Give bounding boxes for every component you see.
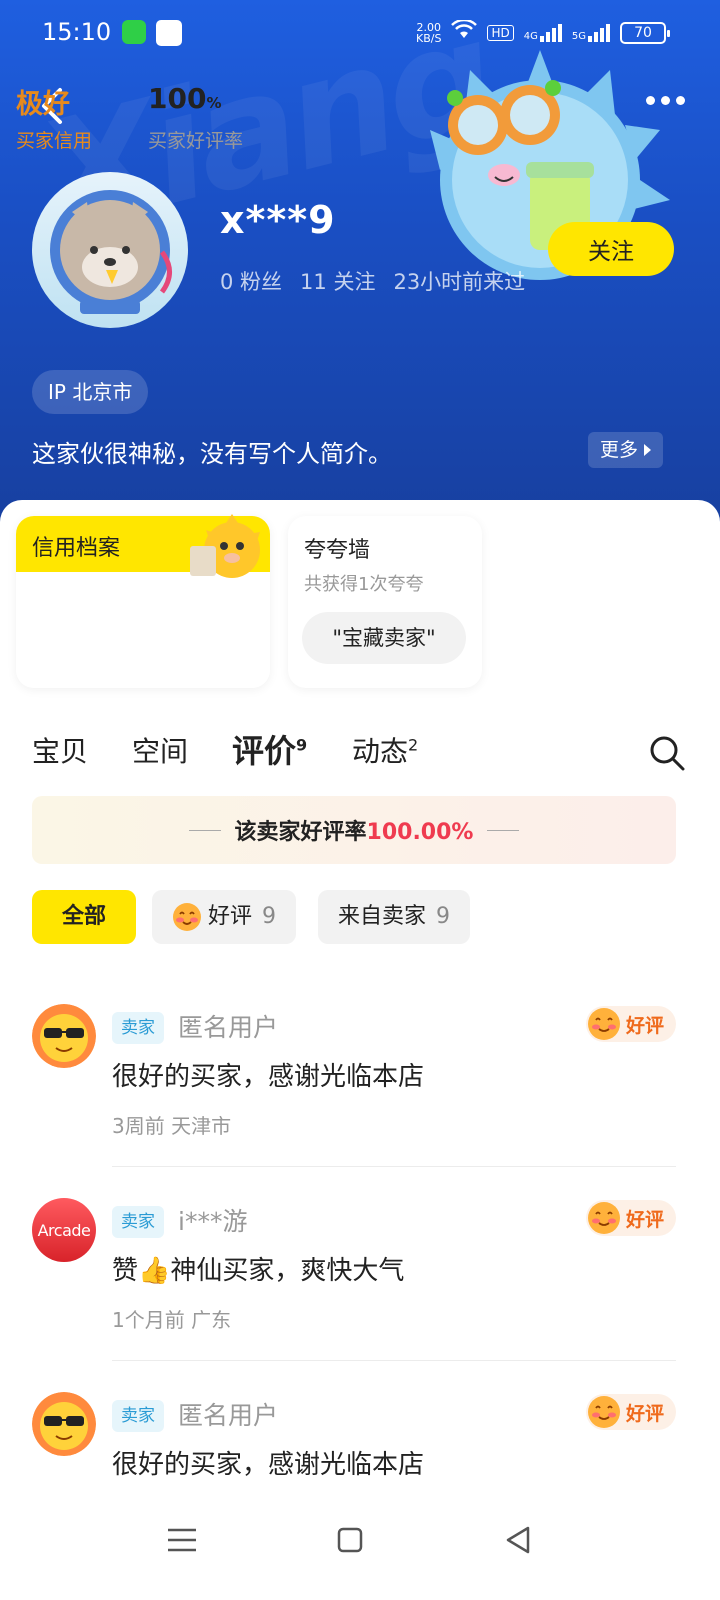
filter-positive[interactable]: 好评 9 — [152, 890, 297, 944]
username: x***9 — [220, 198, 336, 242]
credit-grade: 极好 — [16, 89, 70, 120]
review-content: 很好的买家，感谢光临本店 — [112, 1062, 425, 1092]
tab-reviews[interactable]: 评价9 — [232, 726, 307, 772]
tab-items[interactable]: 宝贝 — [32, 730, 88, 770]
follow-button[interactable]: 关注 — [548, 222, 674, 276]
reviewer-avatar[interactable]: Arcade — [32, 1198, 96, 1262]
review-meta: 1个月前 广东 — [112, 1308, 232, 1332]
tab-activity[interactable]: 动态2 — [352, 730, 418, 770]
triangle-right-icon — [644, 444, 652, 456]
fans-count[interactable]: 0 粉丝 — [220, 266, 282, 296]
credit-grade-label: 买家信用 — [16, 130, 93, 152]
positive-rate-banner: 该卖家好评率100.00% — [32, 796, 676, 864]
reviewer-name: 匿名用户 — [178, 1013, 279, 1042]
review-content: 赞👍神仙买家，爽快大气 — [112, 1256, 405, 1286]
smile-emoji-icon — [587, 1008, 620, 1040]
positive-review-badge: 好评 — [585, 1006, 676, 1042]
review-item[interactable]: 卖家 匿名用户 好评 很好的买家，感谢光临本店 3周前 天津市 — [32, 1004, 692, 1184]
filter-all[interactable]: 全部 — [32, 890, 136, 944]
user-avatar[interactable] — [32, 172, 188, 328]
back-triangle-icon[interactable] — [498, 1520, 538, 1560]
seller-tag: 卖家 — [112, 1206, 164, 1238]
profile-header: Xiang 15:10 2.00 KB/S HD 4G 5G 70 x***9 … — [0, 0, 720, 540]
seller-tag: 卖家 — [112, 1400, 164, 1432]
following-count[interactable]: 11 关注 — [300, 266, 375, 296]
praise-wall-subtitle: 共获得1次夸夸 — [304, 574, 424, 595]
app-notification-icon — [156, 20, 182, 46]
bio-more-button[interactable]: 更多 — [588, 432, 664, 468]
wechat-notification-icon — [122, 20, 146, 44]
filter-from-seller[interactable]: 来自卖家 9 — [318, 890, 471, 944]
praise-wall-card[interactable]: 夸夸墙 共获得1次夸夸 "宝藏卖家" — [288, 516, 482, 688]
divider — [112, 1166, 676, 1167]
smile-emoji-icon — [587, 1202, 620, 1234]
reviewer-avatar[interactable] — [32, 1392, 96, 1456]
mini-mascot-icon — [190, 514, 260, 578]
positive-rate: 100% — [148, 82, 222, 115]
search-icon[interactable] — [648, 734, 686, 772]
credit-title: 信用档案 — [32, 536, 121, 561]
status-time: 15:10 — [42, 18, 112, 46]
review-item[interactable]: Arcade 卖家 i***游 好评 赞👍神仙买家，爽快大气 1个月前 广东 — [32, 1198, 692, 1378]
reviewer-avatar[interactable] — [32, 1004, 96, 1068]
reviewer-name: 匿名用户 — [178, 1401, 279, 1430]
profile-stats: 0 粉丝 11 关注 23小时前来过 — [220, 266, 525, 296]
tab-space[interactable]: 空间 — [132, 730, 188, 770]
menu-icon[interactable] — [162, 1520, 202, 1560]
positive-rate-label: 买家好评率 — [148, 130, 244, 152]
praise-chip: "宝藏卖家" — [302, 612, 466, 664]
reviewer-name: i***游 — [178, 1207, 248, 1236]
review-meta: 3周前 天津市 — [112, 1114, 232, 1138]
last-seen: 23小时前来过 — [393, 270, 526, 294]
user-bio: 这家伙很神秘，没有写个人简介。 — [32, 440, 392, 468]
positive-review-badge: 好评 — [585, 1394, 676, 1430]
review-content: 很好的买家，感谢光临本店 — [112, 1450, 425, 1480]
smile-emoji-icon — [587, 1396, 620, 1428]
divider — [112, 1360, 676, 1361]
seller-tag: 卖家 — [112, 1012, 164, 1044]
ip-location-tag: IP 北京市 — [32, 370, 149, 414]
positive-review-badge: 好评 — [585, 1200, 676, 1236]
system-navigation-bar — [0, 1490, 720, 1600]
praise-wall-title: 夸夸墙 — [304, 538, 371, 563]
smile-emoji-icon — [173, 903, 201, 931]
home-square-icon[interactable] — [330, 1520, 370, 1560]
